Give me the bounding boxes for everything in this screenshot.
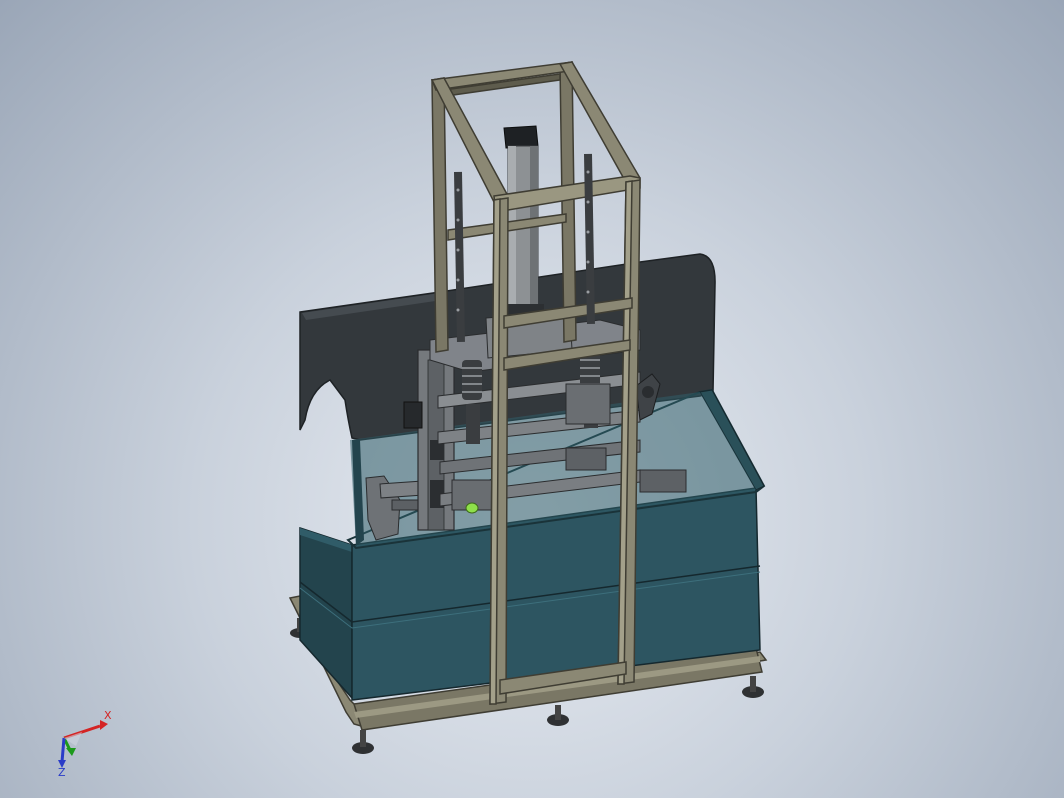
y-axis-head bbox=[66, 748, 76, 756]
z-axis-arrow bbox=[60, 737, 66, 763]
z-axis-label: Z bbox=[58, 766, 66, 779]
machine-model[interactable] bbox=[0, 0, 1064, 798]
x-axis-label: X bbox=[104, 710, 112, 722]
cad-viewport[interactable]: X Z bbox=[0, 0, 1064, 798]
orientation-triad[interactable]: X Z bbox=[50, 710, 120, 780]
